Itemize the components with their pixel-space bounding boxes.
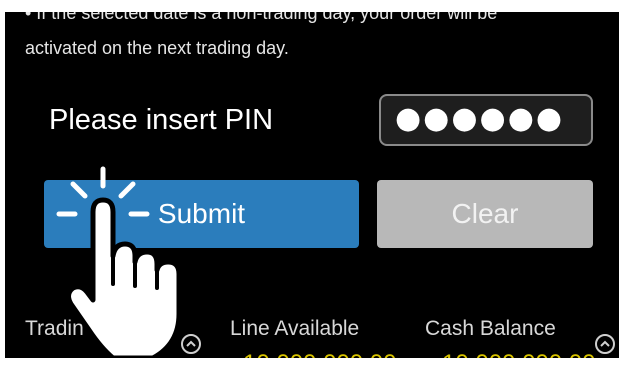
chevron-up-circle-icon[interactable] bbox=[595, 334, 615, 354]
line-available-value: 10,000,000.00 bbox=[243, 350, 396, 358]
header-cash-balance: Cash Balance bbox=[425, 317, 556, 340]
header-line-available: Line Available bbox=[230, 317, 360, 340]
pin-input[interactable]: ●●●●●● bbox=[379, 94, 593, 146]
info-note: activated on the next trading day. bbox=[25, 38, 289, 58]
cash-balance-value: 10,000,000.00 bbox=[442, 350, 595, 358]
app-screen: • If the selected date is a non-trading … bbox=[5, 12, 619, 358]
clear-button[interactable]: Clear bbox=[377, 180, 593, 248]
hand-pointer-icon bbox=[56, 166, 182, 358]
pin-label: Please insert PIN bbox=[49, 104, 274, 136]
info-note-partial: • If the selected date is a non-trading … bbox=[25, 12, 498, 23]
